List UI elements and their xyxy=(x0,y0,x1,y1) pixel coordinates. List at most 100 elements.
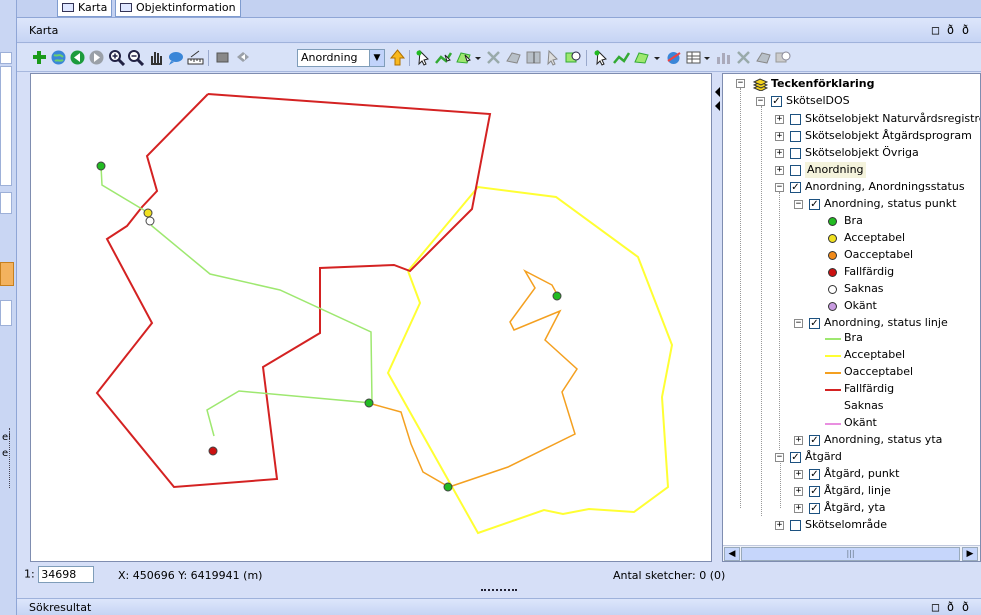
tab-karta[interactable]: Karta xyxy=(57,0,113,17)
layer-checkbox[interactable]: ✓ xyxy=(790,182,801,193)
select-features-icon[interactable] xyxy=(755,49,772,66)
collapse-toggle[interactable]: − xyxy=(775,183,784,192)
zoom-out-icon[interactable] xyxy=(127,49,144,66)
expand-toggle[interactable]: + xyxy=(794,436,803,445)
dock-tab[interactable] xyxy=(0,66,12,186)
layer-checkbox[interactable]: ✓ xyxy=(809,318,820,329)
chart-icon[interactable] xyxy=(715,49,732,66)
edit-point-icon[interactable] xyxy=(593,49,610,66)
map-drawing[interactable] xyxy=(31,74,711,561)
layer-checkbox[interactable] xyxy=(790,520,801,531)
layer-checkbox[interactable]: ✓ xyxy=(809,486,820,497)
expand-toggle[interactable]: + xyxy=(775,166,784,175)
layer-checkbox[interactable]: ✓ xyxy=(809,435,820,446)
map-polygon-acceptabel[interactable] xyxy=(386,185,674,535)
tool-dropdown-icon[interactable] xyxy=(703,49,711,66)
layer-checkbox[interactable]: ✓ xyxy=(790,452,801,463)
chevron-down-icon[interactable]: ▼ xyxy=(369,50,384,66)
zoom-feature-icon[interactable] xyxy=(775,49,792,66)
map-polygon-fallfardig[interactable] xyxy=(95,93,492,489)
map-point-bra[interactable] xyxy=(96,161,106,171)
expand-toggle[interactable]: + xyxy=(775,115,784,124)
tool-dropdown-icon[interactable] xyxy=(474,49,482,66)
map-point-acceptabel[interactable] xyxy=(143,208,153,218)
collapse-toggle[interactable]: − xyxy=(794,319,803,328)
edit-polygon-icon[interactable] xyxy=(455,49,472,66)
minimize-button[interactable]: □ xyxy=(928,23,943,37)
globe-icon[interactable] xyxy=(665,49,682,66)
edit-line-icon[interactable] xyxy=(613,49,630,66)
globe-icon[interactable] xyxy=(50,49,67,66)
dock-splitter-grip[interactable] xyxy=(9,428,12,488)
dock-tab[interactable] xyxy=(0,192,12,214)
back-icon[interactable] xyxy=(69,49,86,66)
map-point-bra[interactable] xyxy=(552,291,562,301)
expand-toggle[interactable]: + xyxy=(794,470,803,479)
layer-select[interactable]: Anordning ▼ xyxy=(297,49,385,67)
layer-checkbox[interactable]: ✓ xyxy=(809,503,820,514)
collapse-toggle[interactable]: − xyxy=(775,453,784,462)
map-line-oacceptabel[interactable] xyxy=(371,269,578,488)
layer-checkbox[interactable] xyxy=(790,165,801,176)
measure-icon[interactable] xyxy=(187,49,204,66)
previous-extent-icon[interactable] xyxy=(235,49,252,66)
collapse-toggle[interactable]: − xyxy=(756,97,765,106)
expand-toggle[interactable]: + xyxy=(775,149,784,158)
map-canvas[interactable] xyxy=(30,73,712,562)
info-window-icon xyxy=(120,3,132,12)
expand-toggle[interactable]: + xyxy=(775,132,784,141)
edit-polygon-icon[interactable] xyxy=(633,49,650,66)
restore-button[interactable]: ð xyxy=(943,600,958,614)
delete-icon[interactable] xyxy=(735,49,752,66)
split-icon[interactable] xyxy=(525,49,542,66)
edit-line-icon[interactable] xyxy=(435,49,452,66)
collapse-arrow-icon[interactable] xyxy=(714,85,722,115)
layer-checkbox[interactable] xyxy=(790,148,801,159)
select-box-icon[interactable] xyxy=(214,49,231,66)
expand-toggle[interactable]: + xyxy=(775,521,784,530)
forward-icon[interactable] xyxy=(88,49,105,66)
merge-icon[interactable] xyxy=(505,49,522,66)
collapse-toggle[interactable]: − xyxy=(736,79,745,88)
layer-checkbox[interactable]: ✓ xyxy=(771,96,782,107)
layer-up-icon[interactable] xyxy=(389,49,406,66)
dock-tab[interactable] xyxy=(0,52,12,64)
zoom-feature-icon[interactable] xyxy=(565,49,582,66)
map-toolbar: Anordning ▼ xyxy=(17,44,981,72)
scroll-thumb[interactable]: ||| xyxy=(741,547,960,561)
layer-checkbox[interactable] xyxy=(790,131,801,142)
layer-checkbox[interactable]: ✓ xyxy=(809,469,820,480)
zoom-in-icon[interactable] xyxy=(108,49,125,66)
table-icon[interactable] xyxy=(685,49,702,66)
scroll-left-button[interactable]: ◀ xyxy=(724,547,740,561)
add-icon[interactable] xyxy=(31,49,48,66)
identify-icon[interactable] xyxy=(167,49,184,66)
layer-checkbox[interactable]: ✓ xyxy=(809,199,820,210)
scroll-right-button[interactable]: ▶ xyxy=(962,547,978,561)
expand-toggle[interactable]: + xyxy=(794,487,803,496)
legend-horizontal-scrollbar[interactable]: ◀ ||| ▶ xyxy=(723,545,980,561)
tree-line xyxy=(780,460,781,508)
dock-tab-highlighted[interactable] xyxy=(0,262,14,286)
layer-checkbox[interactable] xyxy=(790,114,801,125)
tool-dropdown-icon[interactable] xyxy=(653,49,661,66)
edit-point-icon[interactable] xyxy=(415,49,432,66)
tab-objektinformation[interactable]: Objektinformation xyxy=(115,0,241,17)
pan-hand-icon[interactable] xyxy=(147,49,164,66)
close-button[interactable]: ð xyxy=(958,600,973,614)
panel-splitter-grip[interactable] xyxy=(481,589,517,593)
map-point-bra[interactable] xyxy=(443,482,453,492)
collapse-toggle[interactable]: − xyxy=(794,200,803,209)
move-icon[interactable] xyxy=(545,49,562,66)
map-point-fallfardig[interactable] xyxy=(208,446,218,456)
expand-toggle[interactable]: + xyxy=(794,504,803,513)
map-point-bra[interactable] xyxy=(364,398,374,408)
map-point-saknas[interactable] xyxy=(145,216,155,226)
restore-button[interactable]: ð xyxy=(943,23,958,37)
minimize-button[interactable]: □ xyxy=(928,600,943,614)
delete-icon[interactable] xyxy=(485,49,502,66)
legend-splitter[interactable] xyxy=(714,73,722,562)
dock-tab[interactable] xyxy=(0,300,12,326)
scale-input[interactable]: 34698 xyxy=(38,566,95,583)
close-button[interactable]: ð xyxy=(958,23,973,37)
